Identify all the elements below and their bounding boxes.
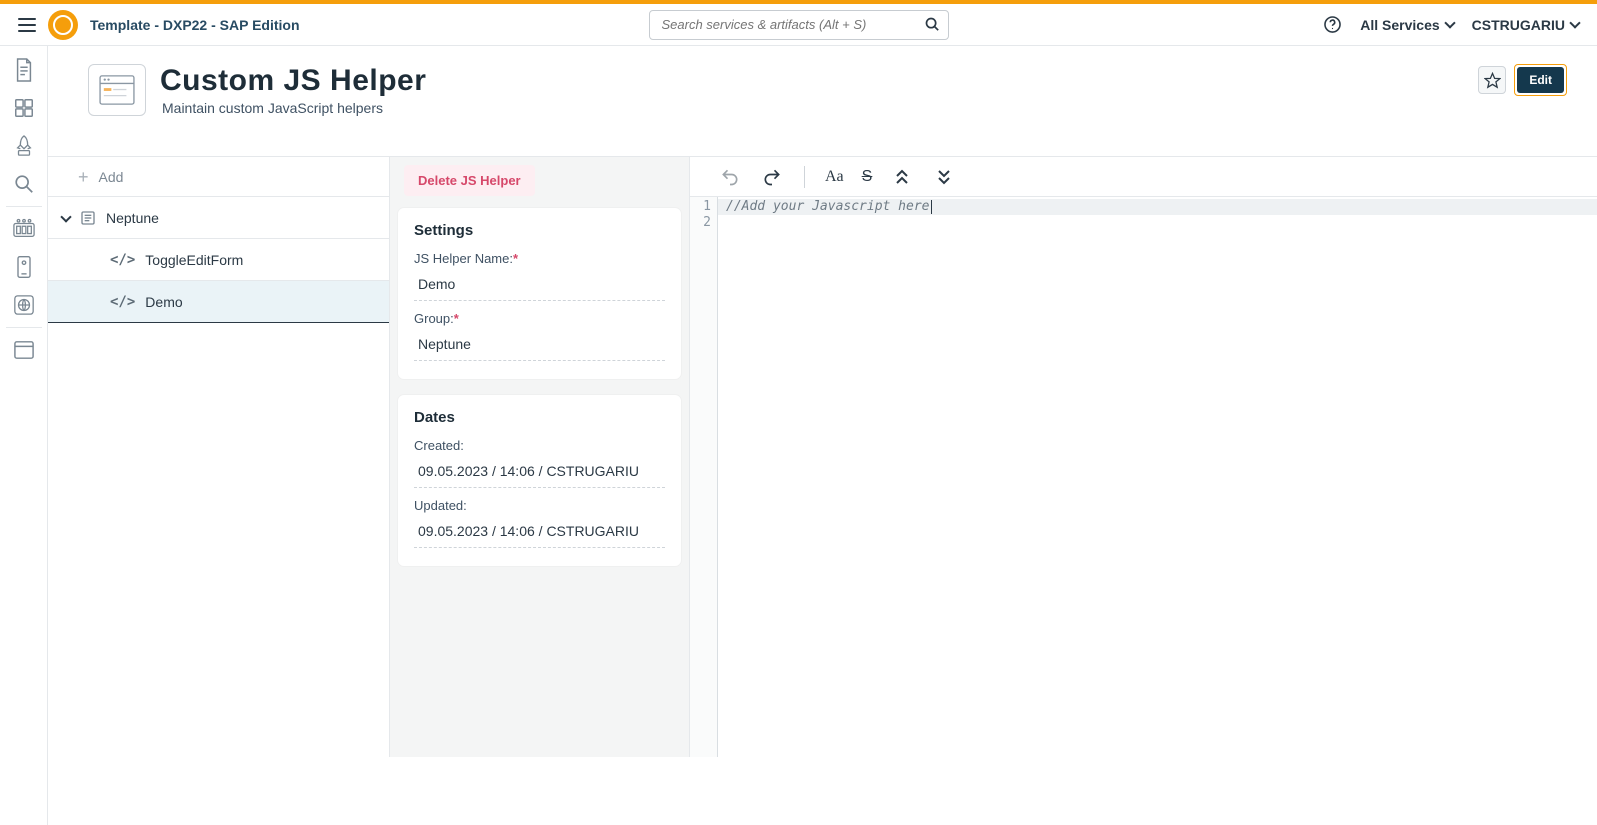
page-header-icon: [88, 64, 146, 116]
search-input[interactable]: [649, 10, 949, 40]
rail-device-icon[interactable]: [6, 249, 42, 285]
text-caret: [931, 200, 932, 214]
required-mark: *: [513, 251, 518, 266]
all-services-dropdown[interactable]: All Services: [1360, 17, 1453, 33]
rail-search-icon[interactable]: [6, 166, 42, 202]
add-label: Add: [99, 169, 124, 185]
edit-button-highlight: Edit: [1514, 64, 1567, 96]
font-icon[interactable]: Aa: [825, 165, 844, 189]
tree-item-demo[interactable]: </> Demo: [48, 281, 389, 323]
chevron-down-icon: [1444, 17, 1455, 28]
group-value: Neptune: [414, 330, 665, 361]
tree-group-neptune[interactable]: Neptune: [48, 197, 389, 239]
line-number: 1: [690, 199, 711, 215]
toolbar-separator: [804, 166, 805, 188]
updated-label: Updated:: [414, 498, 665, 513]
menu-icon[interactable]: [18, 18, 36, 32]
list-icon: [80, 210, 96, 226]
global-search: [649, 10, 949, 40]
created-label: Created:: [414, 438, 665, 453]
required-mark: *: [454, 311, 459, 326]
code-area[interactable]: //Add your Javascript here: [718, 197, 1597, 757]
username-label: CSTRUGARIU: [1472, 17, 1565, 33]
name-value: Demo: [414, 270, 665, 301]
expand-down-icon[interactable]: [932, 165, 956, 189]
all-services-label: All Services: [1360, 17, 1439, 33]
undo-icon[interactable]: [718, 165, 742, 189]
add-helper-button[interactable]: + Add: [48, 157, 389, 197]
item-label: ToggleEditForm: [145, 252, 243, 268]
group-label: Group:*: [414, 311, 665, 326]
code-editor-panel: Aa S 1 2 //Add your Javascript here: [690, 157, 1597, 757]
rail-rocket-icon[interactable]: [6, 128, 42, 164]
rail-modules-icon[interactable]: [6, 211, 42, 247]
chevron-down-icon: [60, 211, 71, 222]
line-number: 2: [690, 215, 711, 231]
rail-globe-icon[interactable]: [6, 287, 42, 323]
settings-card: Settings JS Helper Name:* Demo Group:* N…: [398, 208, 681, 379]
page-title: Custom JS Helper: [160, 64, 426, 98]
favorite-button[interactable]: [1478, 66, 1506, 94]
item-label: Demo: [145, 294, 182, 310]
workspace: + Add Neptune </> ToggleEditForm </>: [48, 157, 1597, 757]
settings-heading: Settings: [414, 222, 665, 239]
created-value: 09.05.2023 / 14:06 / CSTRUGARIU: [414, 457, 665, 488]
rail-separator: [6, 206, 42, 207]
dates-card: Dates Created: 09.05.2023 / 14:06 / CSTR…: [398, 395, 681, 566]
line-gutter: 1 2: [690, 197, 718, 757]
page-subtitle: Maintain custom JavaScript helpers: [162, 100, 426, 116]
code-icon: </>: [110, 294, 135, 310]
details-panel: Delete JS Helper Settings JS Helper Name…: [390, 157, 690, 757]
rail-window-icon[interactable]: [6, 332, 42, 368]
tree-item-toggleeditform[interactable]: </> ToggleEditForm: [48, 239, 389, 281]
rail-apps-icon[interactable]: [6, 90, 42, 126]
redo-icon[interactable]: [760, 165, 784, 189]
left-nav-rail: [0, 46, 48, 825]
user-menu[interactable]: CSTRUGARIU: [1472, 17, 1579, 33]
strikethrough-icon[interactable]: S: [862, 165, 873, 189]
edit-button[interactable]: Edit: [1517, 67, 1564, 93]
help-icon[interactable]: [1322, 15, 1342, 35]
editor-toolbar: Aa S: [690, 157, 1597, 197]
rail-separator: [6, 327, 42, 328]
plus-icon: +: [78, 168, 89, 186]
editor-body[interactable]: 1 2 //Add your Javascript here: [690, 197, 1597, 757]
code-line: //Add your Javascript here: [726, 199, 1597, 215]
updated-value: 09.05.2023 / 14:06 / CSTRUGARIU: [414, 517, 665, 548]
collapse-up-icon[interactable]: [890, 165, 914, 189]
search-icon[interactable]: [924, 16, 941, 33]
code-line: [726, 215, 1597, 231]
global-header: Template - DXP22 - SAP Edition All Servi…: [0, 4, 1597, 46]
brand-logo[interactable]: [48, 10, 78, 40]
group-label: Neptune: [106, 210, 159, 226]
name-label: JS Helper Name:*: [414, 251, 665, 266]
delete-helper-button[interactable]: Delete JS Helper: [404, 165, 535, 196]
rail-document-icon[interactable]: [6, 52, 42, 88]
page-header: Custom JS Helper Maintain custom JavaScr…: [48, 46, 1597, 157]
dates-heading: Dates: [414, 409, 665, 426]
template-label[interactable]: Template - DXP22 - SAP Edition: [90, 17, 300, 33]
helper-tree-panel: + Add Neptune </> ToggleEditForm </>: [48, 157, 390, 757]
code-icon: </>: [110, 252, 135, 268]
chevron-down-icon: [1569, 17, 1580, 28]
